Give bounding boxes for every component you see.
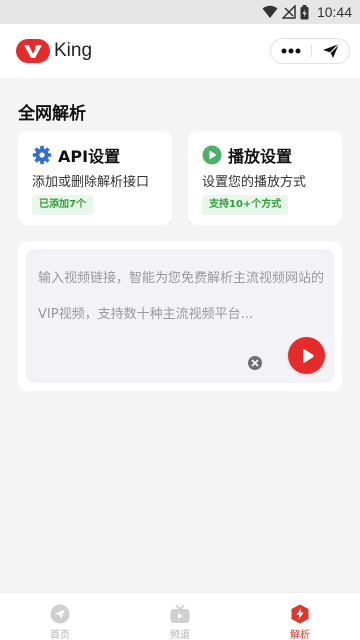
wifi-icon (262, 5, 278, 18)
tab-channel-label: 频道 (170, 630, 190, 640)
app-header: King (0, 24, 360, 78)
status-icons: 10:44 (262, 3, 352, 21)
gear-icon (32, 145, 52, 165)
logo-icon (16, 39, 50, 63)
api-settings-title: API设置 (58, 147, 121, 166)
parse-play-button[interactable] (288, 337, 325, 374)
section-title: 全网解析 (18, 104, 86, 124)
api-count-badge: 已添加7个 (32, 195, 93, 215)
api-settings-description: 添加或删除解析接口 (32, 175, 150, 190)
more-button[interactable] (271, 39, 311, 63)
home-tab-icon (50, 604, 70, 624)
status-time: 10:44 (316, 4, 352, 20)
battery-icon (300, 4, 309, 19)
play-icon (302, 348, 314, 363)
share-button[interactable] (312, 39, 350, 63)
paper-plane-icon (323, 43, 340, 58)
tab-channel[interactable]: 频道 (120, 593, 240, 640)
playback-settings-card[interactable]: 播放设置 设置您的播放方式 支持10+个方式 (188, 131, 342, 225)
tab-parse-label: 解析 (290, 630, 310, 640)
parse-input-card (18, 241, 342, 391)
tab-parse[interactable]: 解析 (240, 593, 360, 640)
bottom-tab-bar: 首页 频道 解析 (0, 592, 360, 640)
channel-tab-icon (170, 604, 190, 624)
api-settings-header: API设置 (32, 143, 120, 167)
more-dots-icon (281, 48, 301, 54)
video-url-input[interactable] (38, 261, 328, 331)
tab-home[interactable]: 首页 (0, 593, 120, 640)
playback-settings-description: 设置您的播放方式 (202, 175, 307, 190)
bolt-icon (291, 604, 309, 624)
status-bar: 10:44 (0, 0, 360, 24)
input-box (26, 249, 334, 383)
playback-modes-badge: 支持10+个方式 (202, 195, 289, 215)
playback-settings-title: 播放设置 (228, 147, 293, 166)
playback-settings-header: 播放设置 (202, 143, 292, 167)
mini-program-capsule (270, 38, 350, 64)
paper-plane-icon (50, 604, 70, 624)
clear-button[interactable] (248, 356, 262, 370)
logo-text: King (54, 40, 93, 61)
api-settings-card[interactable]: API设置 添加或删除解析接口 已添加7个 (18, 131, 172, 225)
signal-off-icon (281, 5, 296, 19)
play-circle-icon (202, 145, 222, 165)
parse-tab-icon (290, 604, 310, 624)
tab-home-label: 首页 (50, 630, 70, 640)
close-icon (251, 359, 259, 367)
tv-icon (170, 604, 190, 623)
